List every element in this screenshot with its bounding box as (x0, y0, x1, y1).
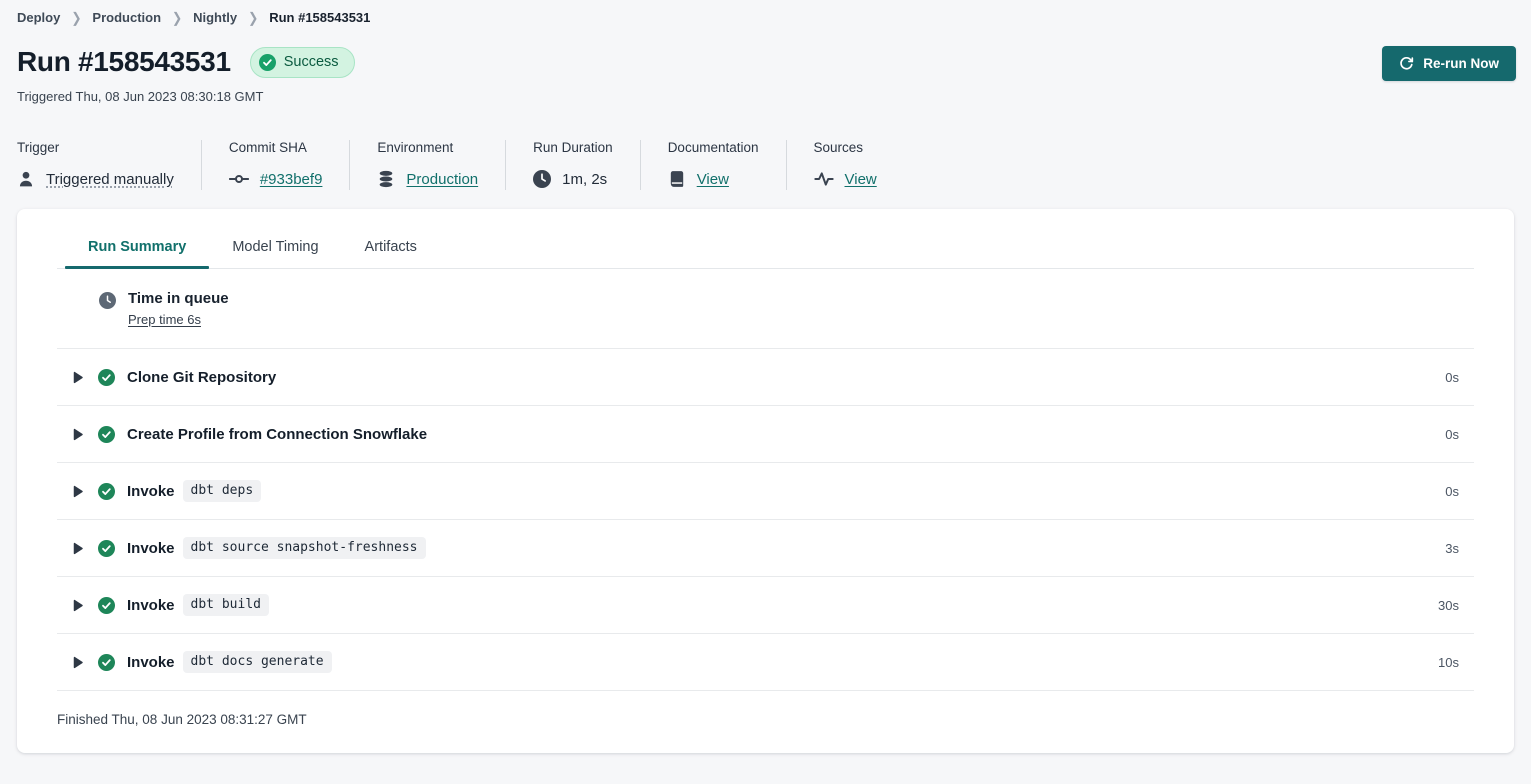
commit-icon (229, 170, 249, 188)
step-duration: 10s (1438, 655, 1474, 670)
breadcrumb: Deploy ❯ Production ❯ Nightly ❯ Run #158… (17, 10, 1514, 25)
step-command: dbt build (183, 594, 269, 616)
run-header-section: Deploy ❯ Production ❯ Nightly ❯ Run #158… (0, 0, 1531, 190)
step-success-check-icon (98, 654, 115, 671)
breadcrumb-deploy[interactable]: Deploy (17, 10, 60, 25)
step-command: dbt docs generate (183, 651, 332, 673)
meta-commit-sha: Commit SHA #933bef9 (202, 140, 351, 190)
status-badge-label: Success (284, 54, 339, 70)
environment-link[interactable]: Production (406, 171, 478, 188)
finished-timestamp: Finished Thu, 08 Jun 2023 08:31:27 GMT (57, 691, 1474, 753)
time-in-queue-title: Time in queue (128, 290, 229, 307)
step-duration: 0s (1445, 484, 1474, 499)
step-row-dbt-build[interactable]: Invoke dbt build 30s (57, 577, 1474, 634)
rerun-now-button[interactable]: Re-run Now (1382, 46, 1516, 81)
step-label: Invoke (127, 597, 175, 614)
meta-environment-label: Environment (377, 140, 478, 155)
breadcrumb-nightly[interactable]: Nightly (193, 10, 237, 25)
meta-commit-label: Commit SHA (229, 140, 323, 155)
run-meta-strip: Trigger Triggered manually Commit SHA #9… (17, 140, 1514, 190)
meta-sources-label: Sources (814, 140, 877, 155)
tab-artifacts[interactable]: Artifacts (342, 239, 440, 268)
meta-duration-label: Run Duration (533, 140, 613, 155)
step-duration: 0s (1445, 427, 1474, 442)
expand-triangle-icon[interactable] (73, 485, 83, 498)
step-command: dbt deps (183, 480, 262, 502)
step-command: dbt source snapshot-freshness (183, 537, 426, 559)
meta-trigger: Trigger Triggered manually (17, 140, 202, 190)
step-success-check-icon (98, 426, 115, 443)
step-row-clone-git-repository[interactable]: Clone Git Repository 0s (57, 349, 1474, 406)
tab-model-timing[interactable]: Model Timing (209, 239, 341, 268)
expand-triangle-icon[interactable] (73, 428, 83, 441)
refresh-icon (1399, 56, 1414, 71)
documentation-view-link[interactable]: View (697, 171, 729, 188)
step-label: Create Profile from Connection Snowflake (127, 426, 427, 443)
expand-triangle-icon[interactable] (73, 656, 83, 669)
sources-view-link[interactable]: View (845, 171, 877, 188)
clock-icon (533, 170, 551, 188)
meta-environment: Environment Production (350, 140, 506, 190)
database-icon (377, 170, 395, 188)
triggered-timestamp: Triggered Thu, 08 Jun 2023 08:30:18 GMT (17, 89, 1514, 104)
step-duration: 0s (1445, 370, 1474, 385)
success-check-icon (259, 54, 276, 71)
step-label: Invoke (127, 654, 175, 671)
commit-sha-link[interactable]: #933bef9 (260, 171, 323, 188)
user-icon (17, 170, 35, 188)
book-icon (668, 170, 686, 188)
step-success-check-icon (98, 597, 115, 614)
step-row-dbt-docs-generate[interactable]: Invoke dbt docs generate 10s (57, 634, 1474, 691)
breadcrumb-production[interactable]: Production (92, 10, 161, 25)
tab-run-summary[interactable]: Run Summary (65, 239, 209, 268)
tab-bar: Run Summary Model Timing Artifacts (57, 239, 1474, 269)
prep-time-link[interactable]: Prep time 6s (128, 312, 201, 327)
breadcrumb-current-run: Run #158543531 (269, 10, 370, 25)
step-row-dbt-source-snapshot-freshness[interactable]: Invoke dbt source snapshot-freshness 3s (57, 520, 1474, 577)
step-duration: 3s (1445, 541, 1474, 556)
rerun-now-label: Re-run Now (1423, 56, 1499, 71)
step-row-dbt-deps[interactable]: Invoke dbt deps 0s (57, 463, 1474, 520)
step-duration: 30s (1438, 598, 1474, 613)
run-duration-value: 1m, 2s (562, 171, 607, 188)
expand-triangle-icon[interactable] (73, 371, 83, 384)
run-summary-card: Run Summary Model Timing Artifacts Time … (17, 209, 1514, 753)
title-row: Run #158543531 Success (17, 46, 1514, 78)
step-success-check-icon (98, 540, 115, 557)
step-label: Invoke (127, 540, 175, 557)
step-label: Clone Git Repository (127, 369, 276, 386)
meta-trigger-label: Trigger (17, 140, 174, 155)
time-in-queue-section: Time in queue Prep time 6s (57, 269, 1474, 349)
status-badge: Success (250, 47, 355, 78)
step-row-create-profile[interactable]: Create Profile from Connection Snowflake… (57, 406, 1474, 463)
expand-triangle-icon[interactable] (73, 542, 83, 555)
meta-run-duration: Run Duration 1m, 2s (506, 140, 641, 190)
page-title: Run #158543531 (17, 46, 231, 78)
chevron-right-icon: ❯ (172, 9, 182, 25)
step-label: Invoke (127, 483, 175, 500)
step-success-check-icon (98, 483, 115, 500)
meta-documentation-label: Documentation (668, 140, 759, 155)
activity-icon (814, 170, 834, 188)
expand-triangle-icon[interactable] (73, 599, 83, 612)
chevron-right-icon: ❯ (71, 9, 81, 25)
meta-documentation: Documentation View (641, 140, 787, 190)
chevron-right-icon: ❯ (248, 9, 258, 25)
trigger-value: Triggered manually (46, 171, 174, 188)
meta-sources: Sources View (787, 140, 904, 190)
step-success-check-icon (98, 369, 115, 386)
queue-clock-icon (99, 292, 116, 329)
